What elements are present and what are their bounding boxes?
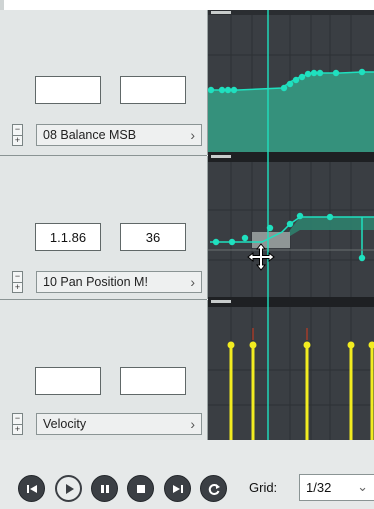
drag-grip-icon[interactable]	[211, 300, 231, 303]
grid-select-value: 1/32	[306, 480, 332, 495]
lane-resize-bar[interactable]	[208, 152, 374, 162]
play-icon[interactable]	[55, 475, 82, 502]
selection-highlight	[252, 232, 290, 248]
skip-forward-icon[interactable]	[164, 475, 191, 502]
pause-icon[interactable]	[91, 475, 118, 502]
stop-icon[interactable]	[127, 475, 154, 502]
lane-3-bg	[208, 307, 374, 440]
grid-label: Grid:	[249, 480, 278, 495]
lane-resize-bar[interactable]	[208, 297, 374, 307]
midi-editor-window: − + 08 Balance MSB › 1.1.86 36 − + 10 Pan …	[0, 0, 374, 509]
loop-icon[interactable]	[200, 475, 227, 502]
cc-lanes-canvas[interactable]	[0, 0, 374, 509]
skip-back-icon[interactable]	[18, 475, 45, 502]
drag-grip-icon[interactable]	[211, 11, 231, 14]
lane-1-handle[interactable]	[208, 10, 374, 15]
grid-select[interactable]: 1/32 ⌄	[299, 474, 374, 501]
drag-grip-icon[interactable]	[211, 155, 231, 158]
chevron-down-icon: ⌄	[357, 479, 368, 494]
